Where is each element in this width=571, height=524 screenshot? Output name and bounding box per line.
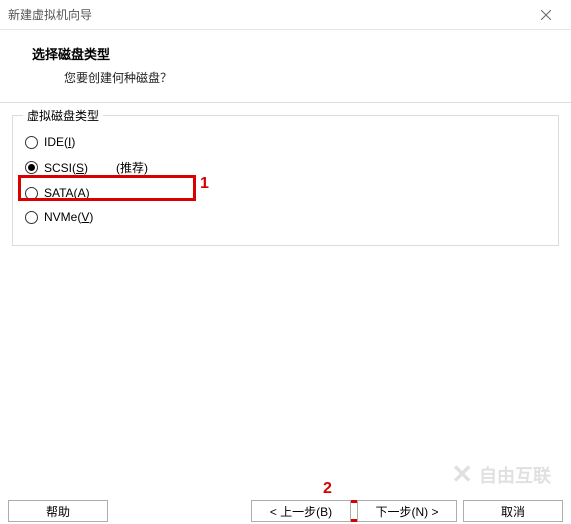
radio-option-ide[interactable]: IDE(I) — [25, 130, 546, 154]
titlebar: 新建虚拟机向导 — [0, 0, 571, 30]
close-button[interactable] — [531, 0, 561, 30]
radio-option-nvme[interactable]: NVMe(V) — [25, 205, 546, 229]
radio-icon — [25, 161, 38, 174]
radio-label-scsi: SCSI(S) — [44, 161, 88, 175]
content-area: 虚拟磁盘类型 IDE(I) SCSI(S) (推荐) SATA(A) NVMe(… — [0, 103, 571, 246]
watermark-text: 自由互联 — [479, 462, 551, 488]
page-title: 选择磁盘类型 — [32, 44, 551, 63]
cancel-button[interactable]: 取消 — [463, 500, 563, 522]
group-legend: 虚拟磁盘类型 — [23, 107, 103, 124]
footer-left: 帮助 — [8, 500, 108, 522]
close-icon — [541, 10, 551, 20]
radio-option-scsi[interactable]: SCSI(S) (推荐) — [25, 154, 546, 181]
window-title: 新建虚拟机向导 — [8, 6, 92, 23]
disk-type-group: 虚拟磁盘类型 IDE(I) SCSI(S) (推荐) SATA(A) NVMe(… — [12, 115, 559, 246]
radio-option-sata[interactable]: SATA(A) — [25, 181, 546, 205]
annotation-number-1: 1 — [200, 175, 209, 193]
annotation-number-2: 2 — [323, 480, 332, 498]
next-button[interactable]: 下一步(N) > — [357, 500, 457, 522]
back-button[interactable]: < 上一步(B) — [251, 500, 351, 522]
wizard-header: 选择磁盘类型 您要创建何种磁盘？ — [0, 30, 571, 102]
footer-right: < 上一步(B) 下一步(N) > 取消 — [251, 500, 563, 522]
recommended-label: (推荐) — [116, 159, 148, 176]
radio-label-sata: SATA(A) — [44, 186, 90, 200]
radio-label-nvme: NVMe(V) — [44, 210, 93, 224]
watermark-icon: ✕ — [451, 459, 473, 490]
radio-icon — [25, 136, 38, 149]
page-subtitle: 您要创建何种磁盘？ — [32, 69, 551, 86]
radio-icon — [25, 211, 38, 224]
wizard-footer: 帮助 < 上一步(B) 下一步(N) > 取消 — [0, 500, 571, 524]
radio-icon — [25, 187, 38, 200]
radio-label-ide: IDE(I) — [44, 135, 75, 149]
watermark: ✕ 自由互联 — [451, 459, 551, 490]
help-button[interactable]: 帮助 — [8, 500, 108, 522]
